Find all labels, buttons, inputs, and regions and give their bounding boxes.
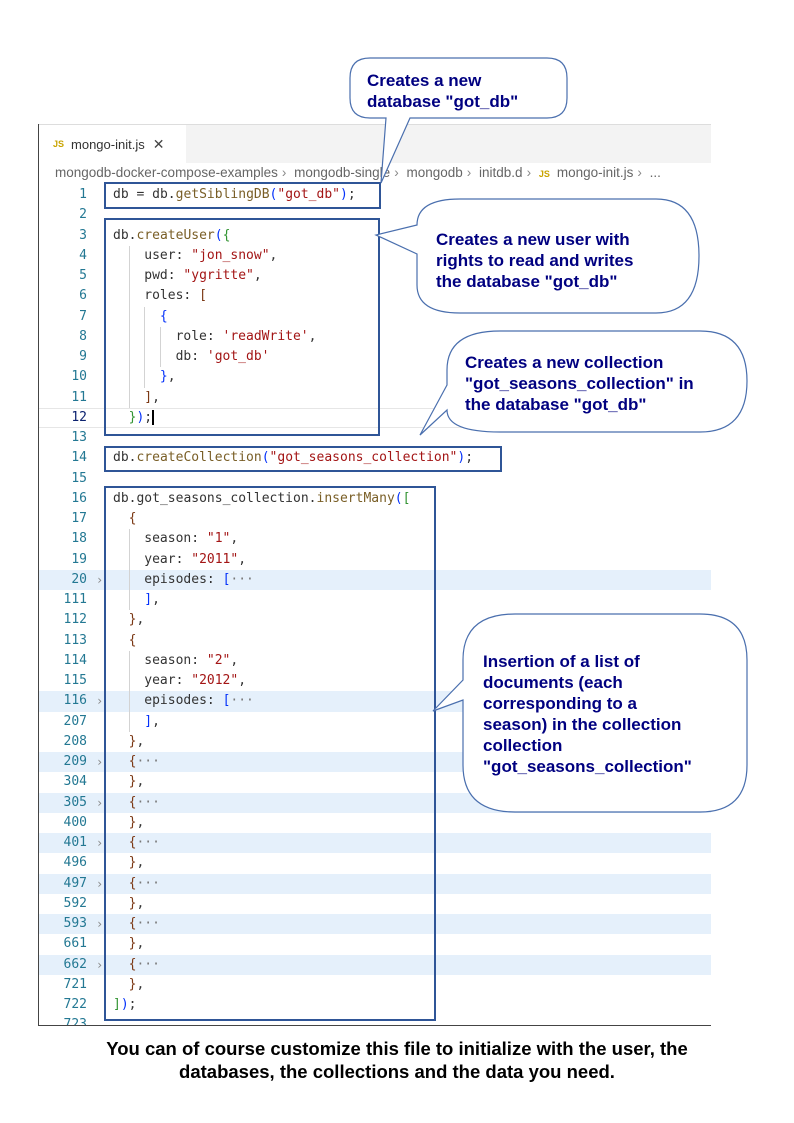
callout-shapes (349, 57, 748, 813)
callout-insert-text: Insertion of a list of documents (each c… (483, 652, 692, 776)
callout-collection-text: Creates a new collection "got_seasons_co… (465, 353, 694, 414)
callout-database-text: Creates a new database "got_db" (367, 71, 519, 111)
caption: You can of course customize this file to… (106, 1038, 688, 1082)
callout-user-text: Creates a new user with rights to read a… (436, 230, 634, 291)
